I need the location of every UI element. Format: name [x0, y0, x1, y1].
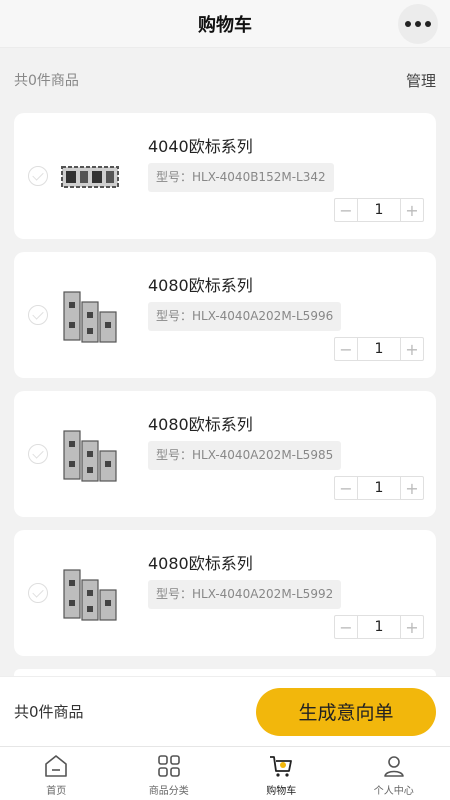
tab-category[interactable]: 商品分类: [113, 747, 226, 800]
tab-profile[interactable]: 个人中心: [338, 747, 450, 800]
increase-button[interactable]: +: [401, 338, 423, 360]
more-dots-icon: [405, 21, 411, 27]
quantity-value[interactable]: 1: [357, 616, 401, 638]
quantity-value[interactable]: 1: [357, 338, 401, 360]
select-checkbox[interactable]: [28, 305, 48, 325]
tab-label: 购物车: [266, 786, 297, 797]
page-title: 购物车: [198, 14, 252, 36]
item-count: 共0件商品: [14, 73, 79, 89]
footer-item-count: 共0件商品: [14, 703, 84, 721]
quantity-stepper: − 1 +: [334, 337, 424, 361]
select-checkbox[interactable]: [28, 166, 48, 186]
user-icon: [383, 756, 404, 777]
cart-icon: [270, 756, 293, 777]
checkout-bar: 共0件商品 生成意向单: [0, 676, 450, 746]
decrease-button[interactable]: −: [335, 199, 357, 221]
more-button[interactable]: [398, 4, 438, 44]
bottom-tab-bar: 首页 商品分类 购物车 个人中心: [0, 746, 450, 800]
select-checkbox[interactable]: [28, 444, 48, 464]
tab-label: 首页: [46, 786, 67, 797]
home-icon: [45, 755, 68, 777]
increase-button[interactable]: +: [401, 477, 423, 499]
tab-cart[interactable]: 购物车: [225, 747, 338, 800]
product-name: 4080欧标系列: [148, 276, 253, 295]
product-model: 型号：HLX-4040B152M-L342: [148, 163, 334, 192]
product-model: 型号：HLX-4040A202M-L5985: [148, 441, 342, 470]
decrease-button[interactable]: −: [335, 477, 357, 499]
decrease-button[interactable]: −: [335, 338, 357, 360]
product-name: 4080欧标系列: [148, 415, 253, 434]
tab-home[interactable]: 首页: [0, 747, 113, 800]
tab-label: 商品分类: [148, 786, 189, 797]
product-image: [63, 430, 117, 482]
product-model: 型号：HLX-4040A202M-L5992: [148, 580, 342, 609]
quantity-value[interactable]: 1: [357, 199, 401, 221]
manage-button[interactable]: 管理: [406, 70, 436, 91]
quantity-stepper: − 1 +: [334, 615, 424, 639]
summary-bar: 共0件商品 管理: [0, 48, 450, 112]
product-name: 4080欧标系列: [148, 554, 253, 573]
generate-order-button[interactable]: 生成意向单: [256, 687, 436, 736]
tab-label: 个人中心: [373, 786, 414, 797]
more-dot: [415, 21, 421, 27]
product-name: 4040欧标系列: [148, 137, 253, 156]
cart-item: 4040欧标系列 型号：HLX-4040B152M-L342 − 1 +: [14, 113, 436, 239]
cart-item: 4080欧标系列 型号：HLX-4040A202M-L5996 − 1 +: [14, 252, 436, 378]
cart-item: 4080欧标系列 型号：HLX-4040A202M-L5992 − 1 +: [14, 530, 436, 656]
decrease-button[interactable]: −: [335, 616, 357, 638]
cart-item: 4080欧标系列 型号：HLX-4040A202M-L5985 − 1 +: [14, 391, 436, 517]
product-image: [63, 291, 117, 343]
more-dot: [425, 21, 431, 27]
product-image: [61, 166, 119, 188]
quantity-stepper: − 1 +: [334, 198, 424, 222]
cart-list: 4040欧标系列 型号：HLX-4040B152M-L342 − 1 + 408…: [14, 113, 436, 681]
select-checkbox[interactable]: [28, 583, 48, 603]
quantity-value[interactable]: 1: [357, 477, 401, 499]
top-bar: 购物车: [0, 0, 450, 48]
category-grid-icon: [157, 755, 180, 777]
product-image: [63, 569, 117, 621]
quantity-stepper: − 1 +: [334, 476, 424, 500]
product-model: 型号：HLX-4040A202M-L5996: [148, 302, 342, 331]
increase-button[interactable]: +: [401, 199, 423, 221]
increase-button[interactable]: +: [401, 616, 423, 638]
